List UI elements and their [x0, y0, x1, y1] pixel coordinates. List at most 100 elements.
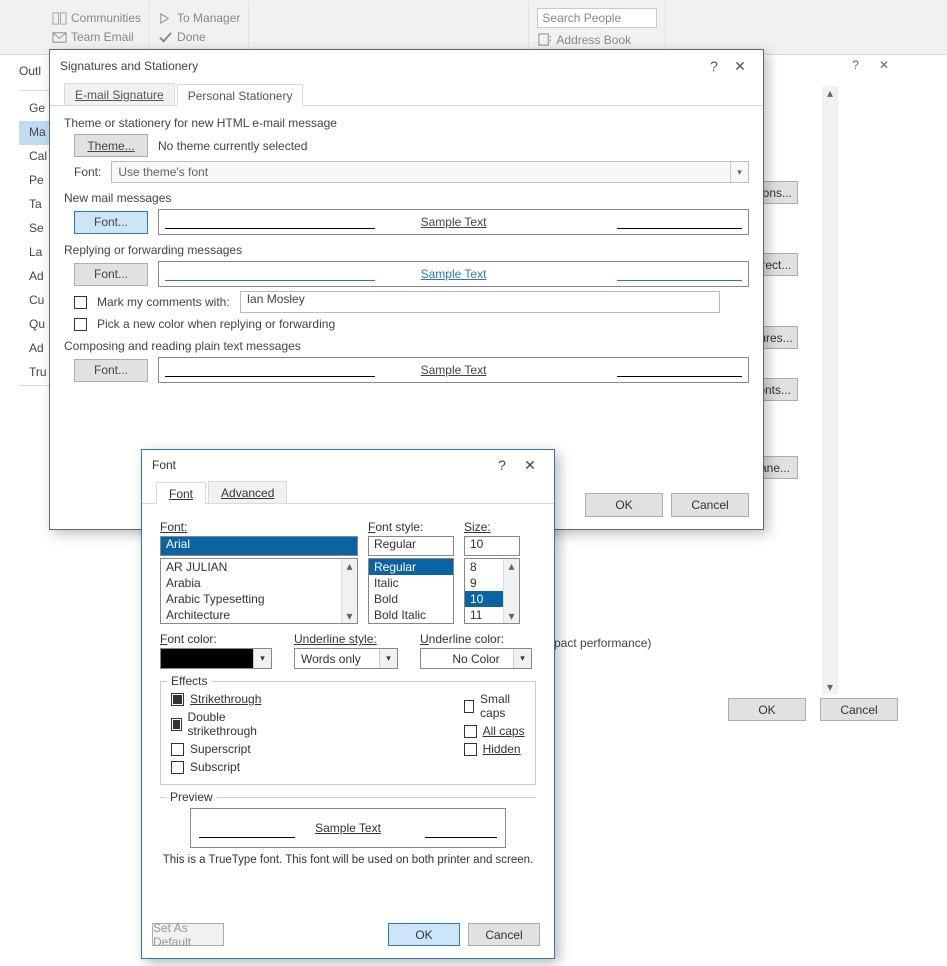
ribbon: Communities Team Email To Manager Done S…: [0, 0, 947, 55]
preview-text: Sample Text: [315, 821, 381, 835]
font-color-label: Font color:: [160, 632, 272, 646]
options-ok-button[interactable]: OK: [728, 698, 806, 721]
small-caps-label: Small caps: [480, 692, 525, 720]
close-icon[interactable]: ✕: [879, 58, 889, 72]
effects-label: Effects: [167, 674, 211, 688]
font-name-input[interactable]: Arial: [160, 536, 358, 556]
font-dialog-title: Font: [152, 458, 176, 472]
plain-text-header: Composing and reading plain text message…: [64, 339, 749, 353]
size-list-item[interactable]: 12: [465, 623, 519, 624]
new-mail-header: New mail messages: [64, 191, 749, 205]
signatures-title: Signatures and Stationery: [60, 59, 198, 73]
strikethrough-checkbox[interactable]: [171, 693, 184, 706]
close-icon[interactable]: ✕: [516, 457, 544, 474]
chevron-down-icon: ▾: [253, 649, 271, 668]
font-cancel-button[interactable]: Cancel: [468, 923, 540, 946]
search-people-input[interactable]: Search People: [537, 8, 657, 28]
font-list-item[interactable]: Arabic Typesetting: [161, 591, 357, 607]
underline-color-label: Underline color:: [420, 632, 532, 646]
font-list-item[interactable]: Architecture: [161, 607, 357, 623]
theme-button[interactable]: Theme...: [74, 134, 148, 157]
preview-group: Preview Sample Text This is a TrueType f…: [160, 797, 536, 866]
all-caps-checkbox[interactable]: [464, 725, 477, 738]
font-list-item[interactable]: AR JULIAN: [161, 559, 357, 575]
signatures-ok-button[interactable]: OK: [585, 493, 663, 517]
done-icon: [158, 30, 173, 45]
pick-color-label: Pick a new color when replying or forwar…: [97, 317, 335, 331]
font-dialog: Font ? ✕ Font Advanced Font: Arial AR JU…: [141, 449, 555, 959]
font-list-scrollbar[interactable]: ▴▾: [341, 559, 357, 623]
font-style-label: Font style:: [368, 520, 454, 534]
preview-label: Preview: [166, 790, 217, 804]
subscript-label: Subscript: [190, 760, 240, 774]
hidden-label: Hidden: [483, 742, 521, 756]
font-style-list[interactable]: Regular Italic Bold Bold Italic: [368, 558, 454, 624]
reply-font-button[interactable]: Font...: [74, 263, 148, 286]
subscript-checkbox[interactable]: [171, 761, 184, 774]
double-strikethrough-checkbox[interactable]: [171, 718, 182, 731]
ribbon-done[interactable]: Done: [158, 30, 240, 45]
font-name-list[interactable]: AR JULIAN Arabia Arabic Typesetting Arch…: [160, 558, 358, 624]
ribbon-address-book[interactable]: Address Book: [537, 32, 657, 47]
pick-color-checkbox[interactable]: [74, 318, 87, 331]
options-scrollbar[interactable]: ▴▾: [822, 86, 838, 694]
hidden-checkbox[interactable]: [464, 743, 477, 756]
options-cancel-button[interactable]: Cancel: [820, 698, 898, 721]
close-icon[interactable]: ✕: [727, 58, 753, 75]
effects-group: Effects Strikethrough Double strikethrou…: [160, 681, 536, 785]
font-size-input[interactable]: 10: [464, 536, 520, 556]
tab-personal-stationery[interactable]: Personal Stationery: [177, 84, 304, 106]
font-ok-button[interactable]: OK: [388, 923, 460, 946]
ribbon-team-email[interactable]: Team Email: [52, 30, 141, 45]
style-list-item[interactable]: Bold Italic: [369, 607, 453, 623]
to-manager-icon: [158, 11, 173, 26]
new-mail-font-button[interactable]: Font...: [74, 211, 148, 234]
mark-comments-checkbox[interactable]: [74, 296, 87, 309]
strikethrough-label: Strikethrough: [190, 692, 261, 706]
tab-font[interactable]: Font: [156, 482, 206, 504]
new-mail-sample: Sample Text: [158, 209, 749, 235]
font-style-input[interactable]: Regular: [368, 536, 454, 556]
underline-style-dropdown[interactable]: Words only▾: [294, 648, 398, 669]
set-default-button[interactable]: Set As Default: [152, 923, 224, 946]
double-strikethrough-label: Double strikethrough: [188, 710, 274, 738]
address-book-icon: [537, 32, 552, 47]
font-list-item[interactable]: Arial: [161, 623, 357, 624]
font-list-item[interactable]: Arabia: [161, 575, 357, 591]
app-title-fragment: Outl: [19, 64, 41, 78]
plain-sample: Sample Text: [158, 357, 749, 383]
superscript-checkbox[interactable]: [171, 743, 184, 756]
preview-box: Sample Text: [190, 808, 506, 848]
ribbon-communities[interactable]: Communities: [52, 11, 141, 26]
style-list-item[interactable]: Italic: [369, 575, 453, 591]
font-size-label: Size:: [464, 520, 520, 534]
reply-header: Replying or forwarding messages: [64, 243, 749, 257]
theme-font-dropdown[interactable]: Use theme's font ▾: [111, 161, 749, 183]
help-icon[interactable]: ?: [701, 58, 727, 74]
ribbon-to-manager[interactable]: To Manager: [158, 11, 240, 26]
font-color-dropdown[interactable]: ▾: [160, 648, 272, 669]
help-icon[interactable]: ?: [852, 58, 859, 72]
font-field-label: Font:: [160, 520, 358, 534]
plain-font-button[interactable]: Font...: [74, 359, 148, 382]
tab-email-signature[interactable]: E-mail Signature: [64, 83, 175, 105]
small-caps-checkbox[interactable]: [464, 700, 474, 713]
signatures-titlebar: Signatures and Stationery ? ✕: [50, 50, 763, 82]
chevron-down-icon: ▾: [513, 649, 531, 668]
underline-color-dropdown[interactable]: No Color▾: [420, 648, 532, 669]
size-list-scrollbar[interactable]: ▴▾: [503, 559, 519, 623]
reply-sample: Sample Text: [158, 261, 749, 287]
style-list-item[interactable]: Regular: [369, 559, 453, 575]
tab-advanced[interactable]: Advanced: [208, 481, 287, 503]
help-icon[interactable]: ?: [488, 457, 516, 473]
perf-hint: pact performance): [554, 636, 651, 650]
mark-comments-input[interactable]: Ian Mosley: [240, 291, 720, 313]
font-label: Font:: [74, 165, 101, 179]
mark-comments-label: Mark my comments with:: [97, 295, 230, 309]
chevron-down-icon: ▾: [730, 162, 748, 182]
communities-icon: [52, 11, 67, 26]
font-size-list[interactable]: 8 9 10 11 12 ▴▾: [464, 558, 520, 624]
style-list-item[interactable]: Bold: [369, 591, 453, 607]
signatures-cancel-button[interactable]: Cancel: [671, 493, 749, 517]
truetype-note: This is a TrueType font. This font will …: [160, 854, 536, 866]
